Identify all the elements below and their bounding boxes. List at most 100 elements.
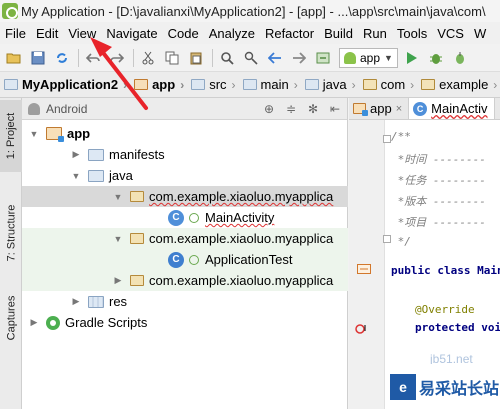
tree-item-java[interactable]: ▼ java (22, 165, 348, 186)
tree-item-manifests[interactable]: ▶ manifests (22, 144, 348, 165)
cut-icon[interactable] (138, 48, 158, 68)
paste-icon[interactable] (186, 48, 206, 68)
chevron-down-icon: ▼ (71, 170, 81, 181)
breadcrumb-src[interactable]: src › (191, 77, 240, 92)
override-marker-icon[interactable] (355, 323, 369, 335)
module-icon (46, 127, 64, 142)
fold-toggle-icon[interactable] (383, 235, 391, 243)
menu-window[interactable]: W (469, 26, 491, 41)
close-icon[interactable]: × (396, 103, 402, 115)
tab-structure[interactable]: 7: Structure (0, 190, 22, 276)
title-bar: My Application - [D:\javalianxi\MyApplic… (0, 0, 500, 22)
package-icon (362, 79, 377, 90)
run-config-label: app (360, 50, 381, 65)
breadcrumb-example[interactable]: example › (421, 77, 500, 92)
copy-icon[interactable] (162, 48, 182, 68)
chevron-right-icon: ▶ (72, 149, 80, 159)
chevron-down-icon: ▼ (113, 191, 123, 202)
gradle-icon (46, 315, 60, 330)
module-folder-icon (134, 79, 149, 90)
watermark-logo-icon: e (390, 373, 416, 400)
menu-build[interactable]: Build (319, 26, 358, 41)
breadcrumb-project[interactable]: MyApplication2 › (4, 77, 132, 92)
menu-code[interactable]: Code (163, 26, 204, 41)
chevron-down-icon: ▼ (29, 128, 39, 139)
class-icon: C (413, 101, 428, 116)
run-icon[interactable] (402, 48, 422, 68)
menu-run[interactable]: Run (358, 26, 392, 41)
undo-icon[interactable] (83, 48, 103, 68)
editor-tab-app[interactable]: app × (349, 98, 410, 119)
resources-folder-icon (88, 295, 104, 308)
tree-item-applicationtest[interactable]: C ApplicationTest (22, 249, 348, 270)
menu-refactor[interactable]: Refactor (260, 26, 319, 41)
tree-item-package-main[interactable]: ▼ com.example.xiaoluo.myapplica (22, 186, 348, 207)
collapse-all-icon[interactable]: ≑ (283, 101, 299, 117)
chevron-right-icon: ▶ (114, 275, 122, 285)
android-icon (28, 102, 40, 115)
save-icon[interactable] (28, 48, 48, 68)
tab-captures[interactable]: Captures (0, 286, 22, 350)
menu-tools[interactable]: Tools (392, 26, 432, 41)
back-icon[interactable] (265, 48, 285, 68)
sync-icon[interactable] (52, 48, 72, 68)
menu-edit[interactable]: Edit (31, 26, 63, 41)
tree-item-gradle-scripts[interactable]: ▶ Gradle Scripts (22, 312, 348, 333)
folder-icon (4, 79, 18, 90)
forward-icon[interactable] (289, 48, 309, 68)
breadcrumb-java[interactable]: java › (304, 77, 361, 92)
fold-marker-icon[interactable] (357, 264, 371, 274)
tree-item-res[interactable]: ▶ res (22, 291, 348, 312)
watermark-text: 易采站长站 (419, 380, 500, 398)
menu-vcs[interactable]: VCS (432, 26, 469, 41)
attach-debugger-icon[interactable] (450, 48, 470, 68)
replace-icon[interactable] (241, 48, 261, 68)
code-line: *项目 -------- (391, 216, 486, 229)
gear-icon[interactable]: ✻ (305, 101, 321, 117)
package-icon (130, 275, 144, 286)
tree-item-mainactivity[interactable]: C MainActivity (22, 207, 348, 228)
folder-icon (88, 169, 104, 182)
chevron-down-icon: ▼ (113, 233, 123, 244)
run-config-select[interactable]: app ▼ (339, 47, 398, 68)
navigation-breadcrumb: MyApplication2 › app › src › main › java… (0, 72, 500, 98)
breadcrumb-app[interactable]: app › (134, 77, 189, 92)
fold-toggle-icon[interactable] (383, 135, 391, 143)
menu-navigate[interactable]: Navigate (101, 26, 162, 41)
menu-view[interactable]: View (63, 26, 101, 41)
project-view-selector[interactable]: Android ⊕ ≑ ✻ ⇤ (22, 98, 347, 120)
debug-icon[interactable] (426, 48, 446, 68)
class-icon: C (168, 209, 184, 226)
module-icon (353, 103, 368, 116)
folder-icon (88, 148, 104, 161)
code-line: protected voi (415, 321, 500, 334)
menu-analyze[interactable]: Analyze (204, 26, 260, 41)
tree-item-package-androidtest[interactable]: ▼ com.example.xiaoluo.myapplica (22, 228, 348, 249)
code-line: *任务 -------- (391, 174, 486, 187)
window-title: My Application - [D:\javalianxi\MyApplic… (21, 3, 486, 19)
make-project-icon[interactable] (313, 48, 333, 68)
open-folder-icon[interactable] (4, 48, 24, 68)
menu-file[interactable]: File (0, 26, 31, 41)
editor-tab-mainactivity[interactable]: C MainActiv (409, 98, 495, 119)
package-icon (130, 191, 144, 202)
tab-project[interactable]: 1: Project (0, 100, 22, 172)
lock-icon (189, 212, 199, 223)
redo-icon[interactable] (107, 48, 127, 68)
editor-gutter (349, 120, 385, 409)
code-line: @Override (415, 303, 475, 316)
find-icon[interactable] (217, 48, 237, 68)
breadcrumb-com[interactable]: com › (362, 77, 420, 92)
code-line: public class Main (391, 264, 500, 277)
tree-item-package-test[interactable]: ▶ com.example.xiaoluo.myapplica (22, 270, 348, 291)
hide-panel-icon[interactable]: ⇤ (327, 101, 343, 117)
tree-item-app[interactable]: ▼ app (22, 123, 348, 144)
folder-icon (242, 79, 257, 90)
site-watermark: e 易采站长站 (388, 364, 500, 409)
scroll-from-source-icon[interactable]: ⊕ (261, 101, 277, 117)
breadcrumb-main[interactable]: main › (242, 77, 303, 92)
lock-icon (189, 254, 199, 265)
left-tool-strip: 1: Project 7: Structure Captures (0, 98, 22, 409)
code-line: */ (391, 235, 411, 248)
chevron-right-icon: ▶ (30, 317, 38, 327)
